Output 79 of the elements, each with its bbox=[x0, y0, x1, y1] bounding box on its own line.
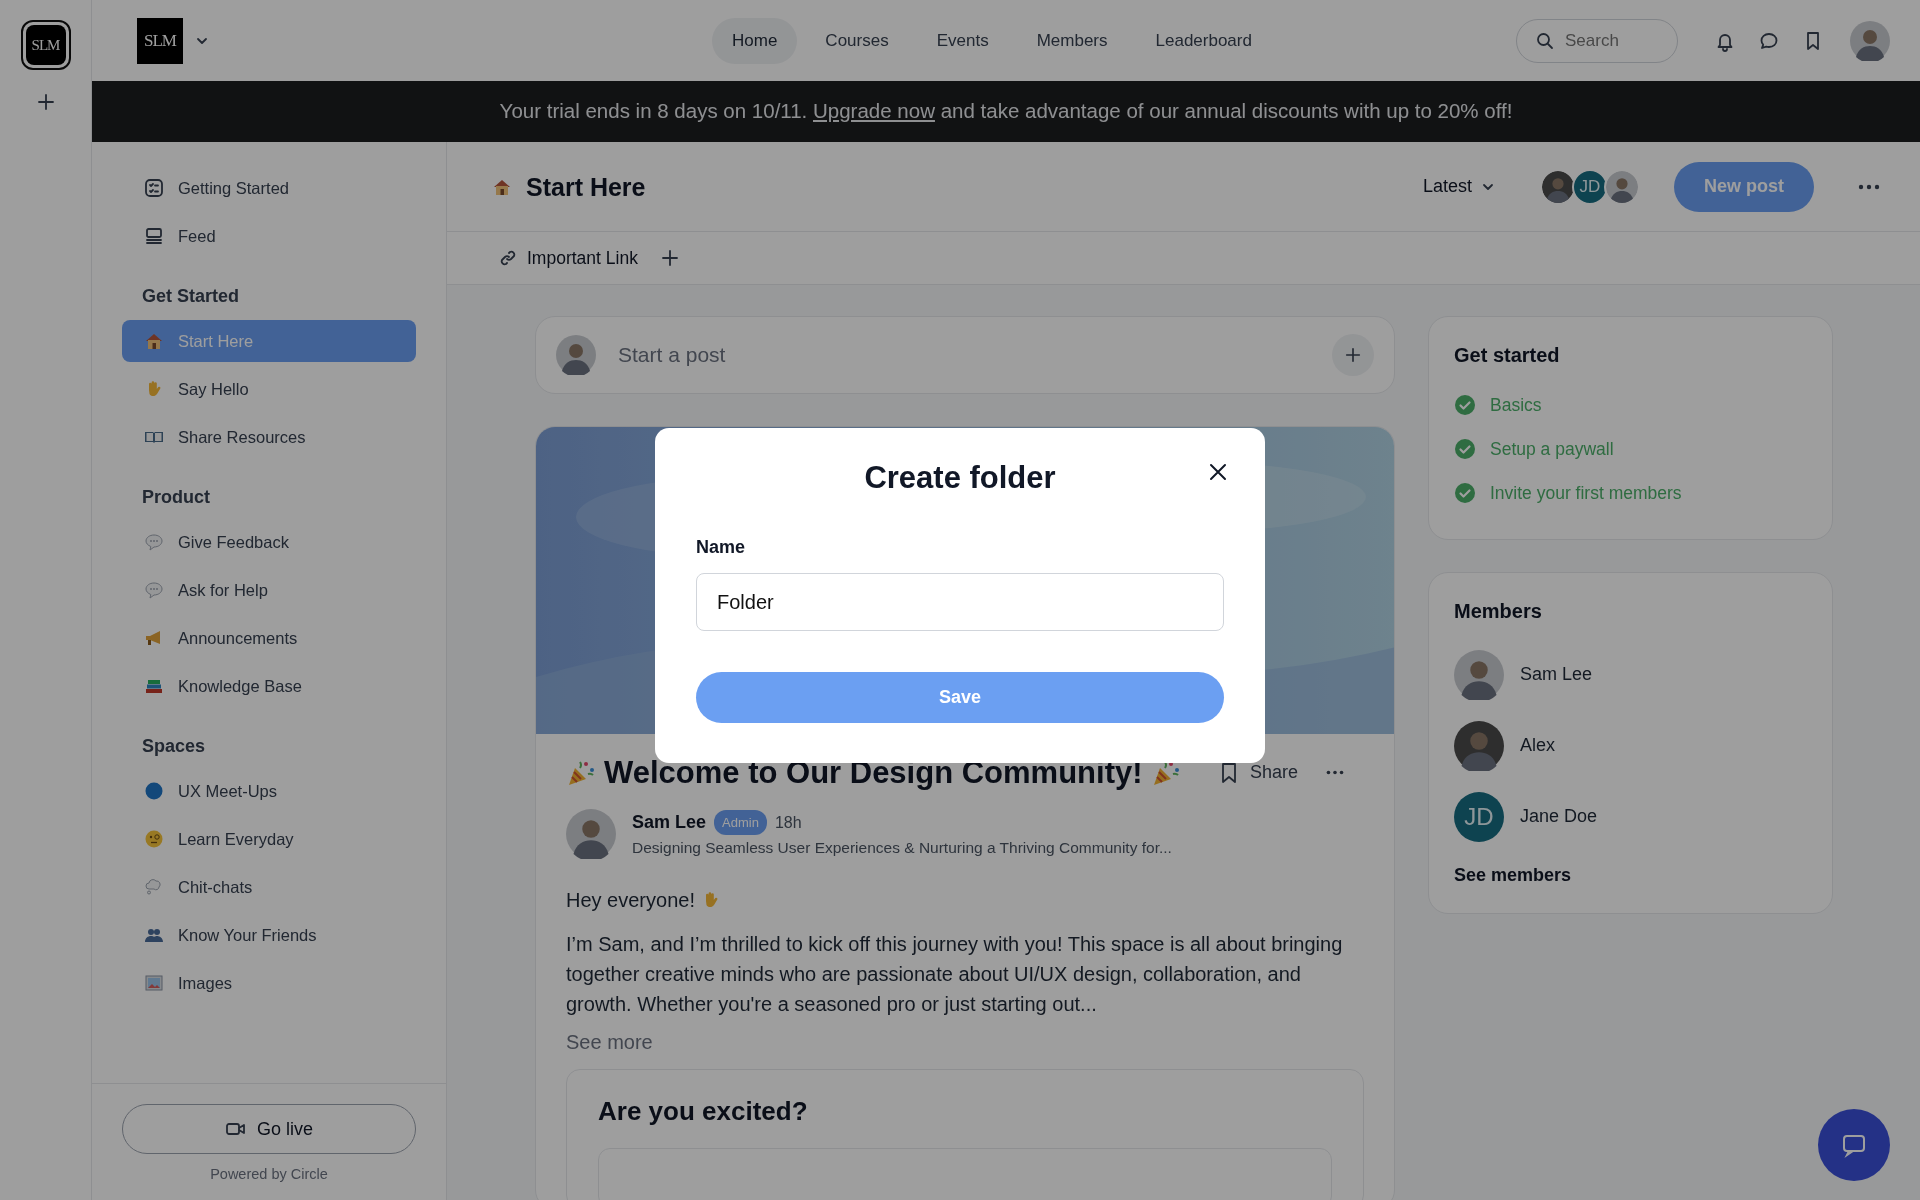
go-live-button[interactable]: Go live bbox=[122, 1104, 416, 1155]
house-icon bbox=[144, 331, 164, 351]
nav-tab[interactable]: Leaderboard bbox=[1135, 18, 1272, 64]
close-icon bbox=[1208, 462, 1228, 482]
more-icon[interactable] bbox=[1858, 183, 1880, 190]
sidebar-item[interactable]: Ask for Help bbox=[122, 569, 416, 611]
author-name[interactable]: Sam Lee bbox=[632, 809, 707, 837]
image-icon bbox=[144, 973, 164, 993]
sidebar-item[interactable]: Share Resources bbox=[122, 416, 416, 458]
feed-icon bbox=[144, 226, 164, 246]
field-label: Name bbox=[696, 536, 747, 559]
role-badge: Admin bbox=[714, 809, 767, 836]
search-input[interactable]: Search bbox=[1563, 26, 1653, 55]
community-logo[interactable]: SLM bbox=[137, 17, 183, 64]
nav-tab[interactable]: Home bbox=[712, 18, 798, 64]
avatar bbox=[556, 335, 596, 375]
sidebar-item[interactable]: Images bbox=[122, 962, 416, 1004]
link-icon bbox=[499, 249, 517, 267]
avatar: JD bbox=[1454, 791, 1504, 842]
trial-banner-text: Your trial ends in 8 days on 10/11. Upgrade now and take advantage of our annual discounts with up to 20% off! bbox=[499, 98, 1513, 125]
see-more-link[interactable]: See more bbox=[566, 1027, 653, 1058]
see-members-link[interactable]: See members bbox=[1454, 862, 1572, 889]
author-headline: Designing Seamless User Experiences & Nurturing a Thriving Community for... bbox=[632, 838, 1172, 859]
composer-card[interactable]: Start a post bbox=[535, 316, 1395, 394]
link-tab[interactable]: Important Link bbox=[499, 244, 638, 272]
plus-icon[interactable] bbox=[659, 248, 680, 268]
sidebar-item[interactable]: Getting Started bbox=[122, 167, 416, 209]
sidebar-item[interactable]: Chit-chats bbox=[122, 866, 416, 908]
add-button[interactable] bbox=[1332, 334, 1374, 376]
section-heading: Get Started bbox=[142, 285, 241, 308]
member-name[interactable]: Jane Doe bbox=[1520, 803, 1598, 830]
avatar bbox=[566, 809, 616, 860]
nav-tab[interactable]: Courses bbox=[805, 18, 909, 64]
thought-bubble-icon bbox=[144, 877, 164, 897]
plus-icon[interactable] bbox=[35, 92, 56, 112]
sidebar-item[interactable]: Announcements bbox=[122, 617, 416, 659]
sidebar-item[interactable]: Knowledge Base bbox=[122, 665, 416, 707]
sidebar-item[interactable]: Know Your Friends bbox=[122, 914, 416, 956]
speech-bubble-icon bbox=[144, 580, 164, 600]
name-field[interactable]: Folder bbox=[696, 573, 1224, 631]
nav-tab[interactable]: Members bbox=[1016, 18, 1128, 64]
sidebar-item[interactable]: UX Meet-Ups bbox=[122, 770, 416, 812]
powered-by-text: Powered by Circle bbox=[210, 1165, 328, 1185]
post-time: 18h bbox=[774, 812, 802, 833]
share-button[interactable]: Share bbox=[1211, 758, 1304, 788]
card-title: Members bbox=[1454, 599, 1543, 623]
circle-icon bbox=[144, 781, 164, 801]
checklist-icon bbox=[144, 178, 164, 198]
sort-dropdown[interactable]: Latest bbox=[1416, 172, 1500, 201]
community-logo[interactable]: SLM bbox=[20, 20, 71, 70]
post-input[interactable]: Start a post bbox=[616, 338, 1312, 372]
section-heading: Product bbox=[142, 486, 211, 509]
search-icon bbox=[1535, 30, 1555, 51]
post-body: I’m Sam, and I’m thrilled to kick off this journey with you! This space is all about bringing together creative minds who are passionate about UI/UX design, collaboration, and growth. Whether you're a seasoned pro or just starting out... bbox=[566, 932, 1344, 1018]
modal-title: Create folder bbox=[864, 459, 1056, 497]
greeting-text: Hey everyone! bbox=[566, 888, 695, 914]
sidebar-item[interactable]: Learn Everyday bbox=[122, 818, 416, 860]
avatar[interactable] bbox=[1850, 20, 1890, 61]
avatar bbox=[1540, 168, 1576, 205]
avatar bbox=[1454, 720, 1504, 771]
nav-tab[interactable]: Events bbox=[916, 18, 1009, 64]
member-name[interactable]: Sam Lee bbox=[1520, 661, 1593, 688]
poll-question: Are you excited? bbox=[598, 1096, 809, 1128]
sidebar-item[interactable]: Feed bbox=[122, 215, 416, 257]
card-title: Get started bbox=[1454, 343, 1561, 367]
section-heading: Spaces bbox=[142, 735, 207, 758]
smiley-icon bbox=[144, 829, 164, 849]
speech-bubble-icon bbox=[144, 532, 164, 552]
upgrade-link[interactable]: Upgrade now bbox=[813, 99, 935, 123]
plus-icon bbox=[1344, 346, 1362, 364]
member-name[interactable]: Alex bbox=[1520, 732, 1555, 759]
sidebar-item[interactable]: Say Hello bbox=[122, 368, 416, 410]
space-title: Start Here bbox=[526, 171, 646, 202]
post-title: Welcome to Our Design Community! bbox=[604, 754, 1143, 792]
more-icon[interactable] bbox=[1326, 770, 1344, 776]
avatar: JD bbox=[1572, 168, 1608, 205]
avatar bbox=[1604, 168, 1640, 205]
sidebar-item[interactable]: Give Feedback bbox=[122, 521, 416, 563]
avatar bbox=[1454, 649, 1504, 700]
